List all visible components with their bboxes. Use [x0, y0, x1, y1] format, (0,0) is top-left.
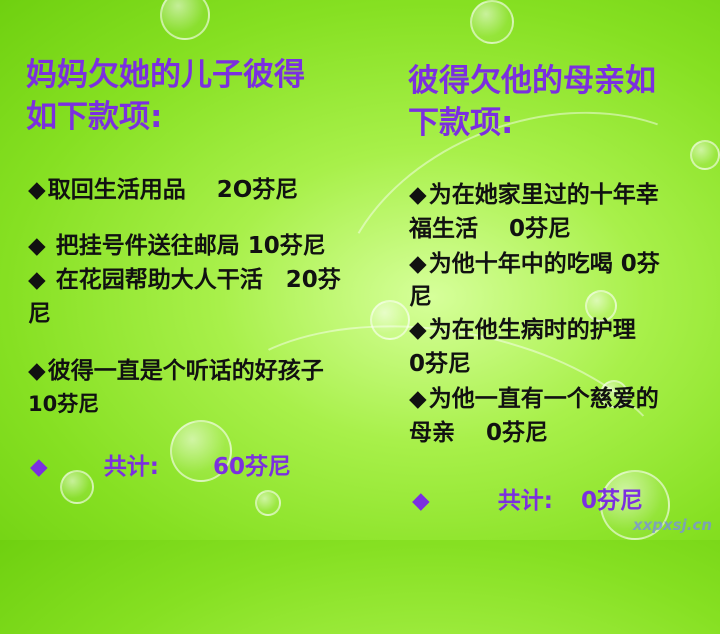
diamond-bullet-icon: ◆ [28, 267, 46, 293]
diamond-bullet-icon: ◆ [409, 182, 427, 208]
left-title-line1: 妈妈欠她的儿子彼得 [26, 57, 305, 93]
diamond-bullet-icon: ◆ [412, 488, 430, 514]
list-item-continuation: 福生活 0芬尼 [409, 216, 572, 242]
list-item: ◆为他一直有一个慈爱的 [409, 384, 659, 414]
diamond-bullet-icon: ◆ [28, 358, 46, 384]
list-item-text: 为在他生病时的护理 [428, 317, 636, 343]
list-item: ◆取回生活用品 2O芬尼 [28, 175, 298, 205]
diamond-bullet-icon: ◆ [409, 386, 427, 412]
diamond-bullet-icon: ◆ [409, 251, 427, 277]
left-title-line2: 如下款项: [26, 99, 163, 135]
background-bubble [470, 0, 514, 44]
list-item-continuation: 尼 [409, 284, 432, 310]
total-label: 共计: [497, 488, 553, 514]
total-value: 60芬尼 [212, 454, 291, 480]
background-bubble [160, 0, 210, 40]
diamond-bullet-icon: ◆ [30, 454, 48, 480]
diamond-bullet-icon: ◆ [409, 317, 427, 343]
right-total: ◆ 共计: 0芬尼 [412, 486, 643, 516]
list-item: ◆ 在花园帮助大人干活 20芬 [28, 265, 341, 295]
list-item-continuation: 10芬尼 [28, 392, 100, 416]
right-title-line1: 彼得欠他的母亲如 [408, 63, 656, 99]
right-title-line2: 下款项: [408, 105, 514, 141]
left-total: ◆ 共计: 60芬尼 [30, 452, 291, 482]
list-item: ◆为他十年中的吃喝 0芬 [409, 249, 660, 279]
watermark: xxpxsj.cn [632, 516, 712, 534]
diamond-bullet-icon: ◆ [28, 177, 46, 203]
list-item-text: 取回生活用品 2O芬尼 [47, 177, 299, 203]
list-item-continuation: 尼 [28, 301, 51, 327]
list-item: ◆ 把挂号件送往邮局 10芬尼 [28, 231, 326, 261]
list-item-text: 为他十年中的吃喝 0芬 [428, 251, 660, 277]
total-label: 共计: [103, 454, 159, 480]
list-item: ◆彼得一直是个听话的好孩子 [28, 356, 324, 386]
list-item-continuation: 母亲 0芬尼 [409, 420, 549, 446]
list-item-text: 彼得一直是个听话的好孩子 [47, 358, 324, 384]
list-item-text: 把挂号件送往邮局 10芬尼 [47, 233, 326, 259]
list-item: ◆为在她家里过的十年幸 [409, 180, 659, 210]
diamond-bullet-icon: ◆ [28, 233, 46, 259]
list-item-text: 为他一直有一个慈爱的 [428, 386, 659, 412]
list-item-continuation: 0芬尼 [409, 351, 472, 377]
list-item-text: 在花园帮助大人干活 20芬 [47, 267, 341, 293]
list-item: ◆为在他生病时的护理 [409, 315, 636, 345]
list-item-text: 为在她家里过的十年幸 [428, 182, 659, 208]
total-value: 0芬尼 [580, 488, 643, 514]
